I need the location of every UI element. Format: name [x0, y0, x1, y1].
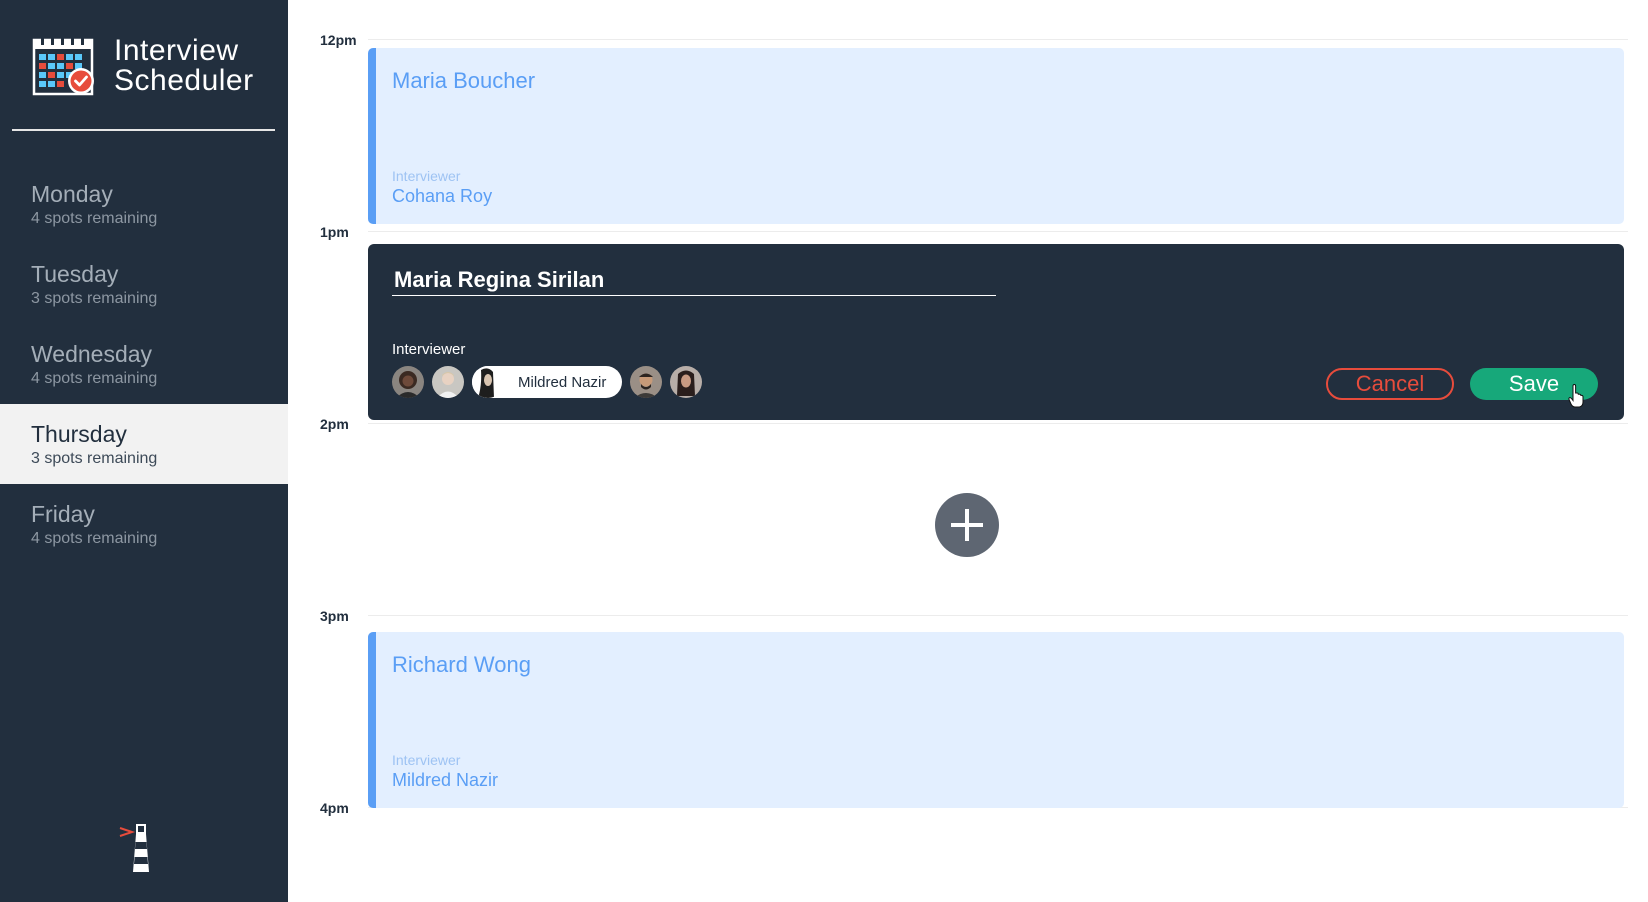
- appointment-student: Maria Boucher: [392, 68, 536, 93]
- app-title-line-2: Scheduler: [114, 64, 254, 97]
- interviewer-avatar: [472, 366, 504, 398]
- interviewer-avatar[interactable]: [392, 366, 424, 398]
- day-item-friday[interactable]: Friday 4 spots remaining: [0, 484, 288, 564]
- day-name: Monday: [31, 181, 113, 207]
- day-spots: 4 spots remaining: [31, 370, 158, 387]
- day-spots: 3 spots remaining: [31, 290, 158, 307]
- app-title-line-1: Interview: [114, 34, 239, 67]
- avatar-icon: [670, 366, 703, 398]
- calendar-check-icon: [32, 37, 94, 96]
- slot-divider: [368, 423, 1628, 424]
- time-label: 3pm: [320, 608, 349, 624]
- day-name: Wednesday: [31, 341, 153, 367]
- app-title: Interview Scheduler: [114, 36, 254, 96]
- plus-icon: [951, 509, 983, 541]
- interviewer-avatar[interactable]: [670, 366, 703, 398]
- time-label: 2pm: [320, 416, 349, 432]
- appointment-interviewer: Mildred Nazir: [392, 770, 499, 790]
- appointment-card[interactable]: Maria Boucher Interviewer Cohana Roy: [368, 48, 1624, 224]
- appointment-interviewer-label: Interviewer: [392, 752, 461, 768]
- brand: Interview Scheduler: [32, 34, 272, 98]
- avatar-icon: [630, 366, 663, 398]
- avatar-icon: [432, 366, 464, 398]
- schedule: 12pm 1pm 2pm 3pm 4pm Maria Boucher Inter…: [288, 0, 1648, 902]
- slot-divider: [368, 39, 1628, 40]
- appointment-form: Interviewer: [368, 244, 1624, 420]
- time-label: 4pm: [320, 800, 349, 816]
- hand-cursor-icon: [1568, 384, 1584, 408]
- avatar-icon: [392, 366, 424, 398]
- add-appointment-button[interactable]: [935, 493, 999, 557]
- day-spots: 4 spots remaining: [31, 530, 158, 547]
- day-spots: 4 spots remaining: [31, 210, 158, 227]
- day-name: Friday: [31, 501, 95, 527]
- time-label: 1pm: [320, 224, 349, 240]
- interviewer-avatar[interactable]: [630, 366, 663, 398]
- appointment-card[interactable]: Richard Wong Interviewer Mildred Nazir: [368, 632, 1624, 808]
- appointment-student: Richard Wong: [392, 652, 531, 677]
- day-item-thursday[interactable]: Thursday 3 spots remaining: [0, 404, 288, 484]
- student-name-input[interactable]: [392, 264, 996, 296]
- interviewer-selected[interactable]: Mildred Nazir: [472, 366, 623, 398]
- day-item-monday[interactable]: Monday 4 spots remaining: [0, 164, 288, 244]
- slot-divider: [368, 615, 1628, 616]
- interviewer-list: Mildred Nazir: [392, 365, 710, 399]
- lighthouse-icon: [119, 824, 149, 872]
- time-label: 12pm: [320, 32, 357, 48]
- avatar-icon: [472, 366, 504, 398]
- cancel-button[interactable]: Cancel: [1326, 368, 1454, 400]
- slot-divider: [368, 231, 1628, 232]
- interviewer-label: Interviewer: [392, 341, 466, 358]
- day-item-wednesday[interactable]: Wednesday 4 spots remaining: [0, 324, 288, 404]
- selected-interviewer-name: Mildred Nazir: [518, 373, 607, 391]
- day-name: Tuesday: [31, 261, 119, 287]
- day-spots: 3 spots remaining: [31, 450, 158, 467]
- interviewer-avatar[interactable]: [432, 366, 464, 398]
- day-list: Monday 4 spots remaining Tuesday 3 spots…: [0, 164, 288, 564]
- brand-divider: [12, 129, 275, 131]
- day-item-tuesday[interactable]: Tuesday 3 spots remaining: [0, 244, 288, 324]
- appointment-interviewer: Cohana Roy: [392, 186, 493, 206]
- appointment-interviewer-label: Interviewer: [392, 168, 461, 184]
- day-name: Thursday: [31, 421, 127, 447]
- sidebar: Interview Scheduler Monday 4 spots remai…: [0, 0, 288, 902]
